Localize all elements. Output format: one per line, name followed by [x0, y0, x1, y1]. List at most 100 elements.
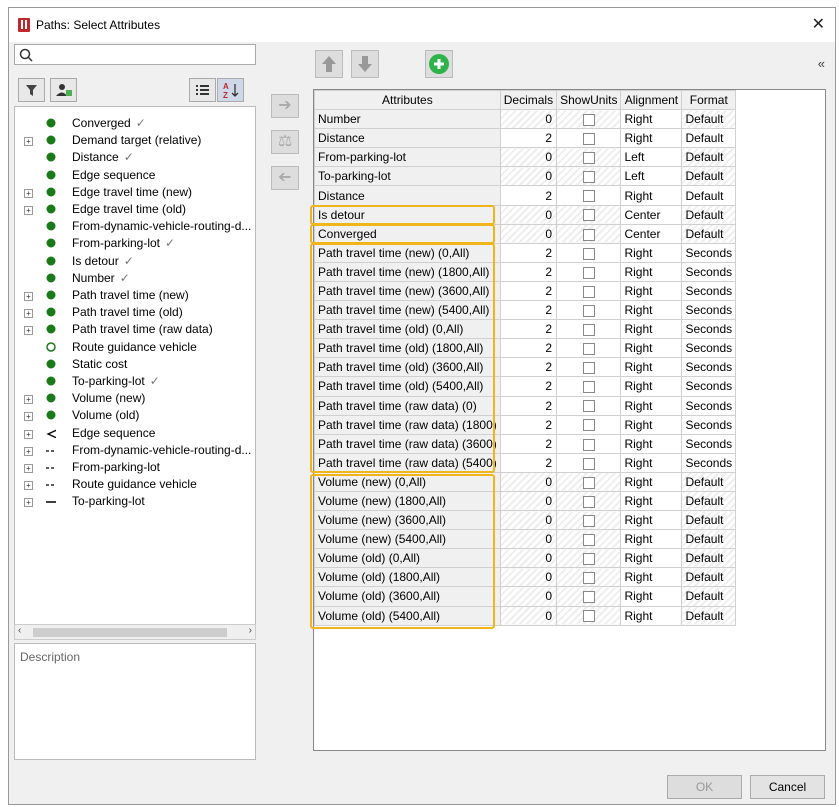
cell-attribute[interactable]: Path travel time (new) (3600,All) [314, 280, 501, 302]
cell-showunits[interactable] [556, 376, 622, 397]
cell-showunits[interactable] [556, 319, 622, 340]
cell-decimals[interactable]: 2 [499, 300, 558, 321]
cell-attribute[interactable]: Volume (old) (5400,All) [314, 605, 501, 626]
cell-format[interactable]: Default [681, 185, 737, 206]
cell-alignment[interactable]: Right [620, 529, 683, 550]
cell-attribute[interactable]: Volume (new) (1800,All) [314, 490, 501, 512]
cell-attribute[interactable]: To-parking-lot [314, 166, 501, 187]
cell-alignment[interactable]: Center [620, 204, 683, 225]
cell-format[interactable]: Seconds [681, 452, 737, 473]
tree-item[interactable]: + Path travel time (new) [15, 287, 255, 304]
grid-row[interactable]: Volume (new) (5400,All) 0 Right Default [314, 529, 737, 550]
cell-showunits[interactable] [556, 471, 622, 492]
cell-showunits[interactable] [556, 433, 622, 454]
compare-button[interactable]: ⚖ [271, 130, 299, 154]
cell-showunits[interactable] [556, 223, 622, 244]
cell-format[interactable]: Default [681, 586, 737, 607]
expand-icon[interactable]: + [24, 481, 33, 491]
cell-alignment[interactable]: Right [620, 357, 683, 378]
cell-showunits[interactable] [556, 166, 622, 187]
cell-showunits[interactable] [556, 261, 622, 282]
grid-row[interactable]: Path travel time (old) (3600,All) 2 Right S… [314, 357, 737, 378]
cell-showunits[interactable] [556, 109, 622, 130]
tree-item[interactable]: Converged ✓ [15, 115, 255, 132]
cell-decimals[interactable]: 0 [499, 586, 558, 607]
cell-format[interactable]: Seconds [681, 300, 737, 321]
showunits-checkbox[interactable] [582, 572, 595, 585]
cell-alignment[interactable]: Left [620, 166, 683, 187]
cell-decimals[interactable]: 2 [499, 376, 558, 397]
tree-item[interactable]: From-dynamic-vehicle-routing-d... [15, 218, 255, 235]
tree-item[interactable]: + Edge travel time (old) [15, 201, 255, 218]
grid-row[interactable]: Path travel time (old) (1800,All) 2 Right S… [314, 338, 737, 359]
cell-format[interactable]: Seconds [681, 242, 737, 263]
cell-alignment[interactable]: Center [620, 223, 683, 244]
showunits-checkbox[interactable] [582, 610, 595, 623]
cell-alignment[interactable]: Right [620, 471, 683, 492]
grid-row[interactable]: Path travel time (raw data) (5400) 2 Right… [314, 452, 737, 473]
cell-format[interactable]: Seconds [681, 319, 737, 340]
cell-alignment[interactable]: Right [620, 605, 683, 626]
grid-row[interactable]: Path travel time (raw data) (1800) 2 Right… [314, 414, 737, 435]
showunits-checkbox[interactable] [582, 534, 595, 547]
grid-row[interactable]: Is detour 0 Center Default [314, 204, 737, 225]
column-header-alignment[interactable]: Alignment [620, 89, 683, 111]
cell-alignment[interactable]: Right [620, 414, 683, 435]
tree-item[interactable]: + Route guidance vehicle [15, 476, 255, 493]
cell-alignment[interactable]: Right [620, 242, 683, 263]
grid-row[interactable]: Converged 0 Center Default [314, 223, 737, 244]
cell-attribute[interactable]: Is detour [314, 204, 501, 225]
cell-format[interactable]: Default [681, 548, 737, 569]
cell-attribute[interactable]: Volume (new) (0,All) [314, 471, 501, 492]
tree-item[interactable]: Is detour ✓ [15, 253, 255, 270]
cell-showunits[interactable] [556, 452, 622, 473]
close-icon[interactable]: ✕ [812, 14, 825, 34]
cell-attribute[interactable]: Volume (new) (3600,All) [314, 510, 501, 531]
showunits-checkbox[interactable] [582, 419, 595, 432]
cell-attribute[interactable]: Path travel time (new) (5400,All) [314, 300, 501, 321]
cell-format[interactable]: Default [681, 147, 737, 168]
showunits-checkbox[interactable] [582, 190, 595, 203]
cell-alignment[interactable]: Left [620, 147, 683, 168]
cell-showunits[interactable] [556, 300, 622, 321]
cell-attribute[interactable]: Path travel time (old) (3600,All) [314, 357, 501, 378]
cell-attribute[interactable]: Path travel time (raw data) (3600) [314, 433, 501, 454]
tree-item[interactable]: + Edge sequence [15, 425, 255, 442]
attribute-tree[interactable]: Converged ✓ + Demand target (relative) Dista… [14, 106, 256, 633]
cell-showunits[interactable] [556, 529, 622, 550]
cell-format[interactable]: Default [681, 510, 737, 531]
cell-attribute[interactable]: Path travel time (raw data) (5400) [314, 452, 501, 473]
cell-format[interactable]: Seconds [681, 376, 737, 397]
cell-attribute[interactable]: Path travel time (new) (0,All) [314, 242, 501, 263]
cell-alignment[interactable]: Right [620, 510, 683, 531]
cell-format[interactable]: Default [681, 109, 737, 130]
cell-decimals[interactable]: 0 [499, 223, 558, 244]
cell-decimals[interactable]: 0 [499, 510, 558, 531]
showunits-checkbox[interactable] [582, 495, 595, 508]
cell-showunits[interactable] [556, 605, 622, 626]
expand-icon[interactable]: + [24, 412, 33, 422]
expand-icon[interactable]: + [24, 498, 33, 508]
tree-item[interactable]: + Demand target (relative) [15, 132, 255, 149]
expand-icon[interactable]: + [24, 429, 33, 439]
move-up-button[interactable] [315, 50, 343, 78]
cell-showunits[interactable] [556, 395, 622, 416]
cell-format[interactable]: Seconds [681, 280, 737, 302]
cell-decimals[interactable]: 0 [499, 490, 558, 512]
showunits-checkbox[interactable] [582, 362, 595, 375]
cell-decimals[interactable]: 2 [499, 338, 558, 359]
expand-icon[interactable]: + [24, 309, 33, 319]
column-header-attributes[interactable]: Attributes [314, 89, 501, 111]
tree-item[interactable]: From-parking-lot ✓ [15, 235, 255, 252]
cell-attribute[interactable]: Path travel time (old) (1800,All) [314, 338, 501, 359]
cell-showunits[interactable] [556, 414, 622, 435]
scrollbar-thumb[interactable] [33, 628, 227, 637]
tree-item[interactable]: Number ✓ [15, 270, 255, 287]
showunits-checkbox[interactable] [582, 457, 595, 470]
cell-decimals[interactable]: 2 [499, 280, 558, 302]
cell-format[interactable]: Default [681, 471, 737, 492]
cell-attribute[interactable]: Path travel time (old) (0,All) [314, 319, 501, 340]
cell-decimals[interactable]: 0 [499, 471, 558, 492]
grid-row[interactable]: Volume (old) (0,All) 0 Right Default [314, 548, 737, 569]
showunits-checkbox[interactable] [582, 266, 595, 279]
